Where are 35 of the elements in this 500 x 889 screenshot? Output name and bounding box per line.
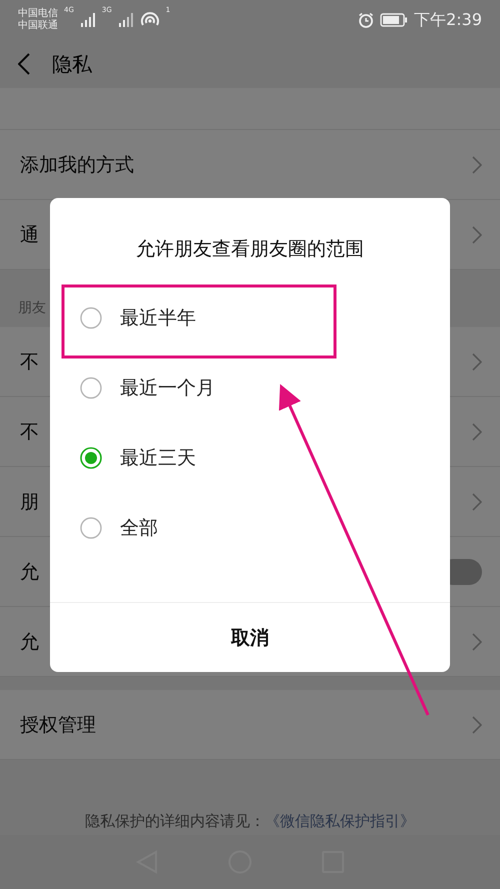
- carrier-name: 中国电信: [18, 8, 58, 20]
- signal-icon: [80, 13, 96, 27]
- footer-text: 隐私保护的详细内容请见：《微信隐私保护指引》: [84, 812, 416, 831]
- dialog-title: 允许朋友查看朋友圈的范围: [135, 237, 365, 262]
- alarm-icon: [358, 12, 374, 28]
- row-label: 通: [20, 222, 39, 248]
- row-label: 添加我的方式: [20, 152, 134, 178]
- chevron-icon: [472, 492, 482, 510]
- row-label: 允: [20, 630, 39, 654]
- radio-option[interactable]: 最近三天: [50, 423, 450, 493]
- signal-icon: [118, 13, 134, 27]
- settings-row[interactable]: 授权管理: [0, 690, 500, 760]
- radio-option[interactable]: 全部: [50, 493, 450, 563]
- chevron-icon: [472, 422, 482, 440]
- chevron-icon: [472, 632, 482, 650]
- chevron-icon: [472, 352, 482, 370]
- chevron-icon: [472, 156, 482, 174]
- page-title: 隐私: [52, 50, 92, 78]
- back-icon[interactable]: [18, 53, 30, 75]
- chevron-icon: [472, 716, 482, 734]
- carrier-name: 中国联通: [18, 20, 58, 32]
- cancel-button[interactable]: 取消: [50, 602, 450, 672]
- row-label: 不: [20, 350, 39, 374]
- row-label: 朋: [20, 490, 39, 514]
- chevron-icon: [472, 226, 482, 244]
- battery-icon: [380, 13, 408, 27]
- clock-time: 下午2:39: [414, 10, 482, 30]
- hotspot-icon: [140, 12, 160, 28]
- radio-option[interactable]: 最近一个月: [50, 353, 450, 423]
- row-label: 授权管理: [20, 712, 96, 738]
- row-label: 不: [20, 420, 39, 444]
- settings-row[interactable]: 添加我的方式: [0, 130, 500, 200]
- row-label: 允: [20, 560, 39, 584]
- section-label: 朋友: [18, 299, 46, 317]
- radio-option[interactable]: 最近半年: [50, 283, 450, 353]
